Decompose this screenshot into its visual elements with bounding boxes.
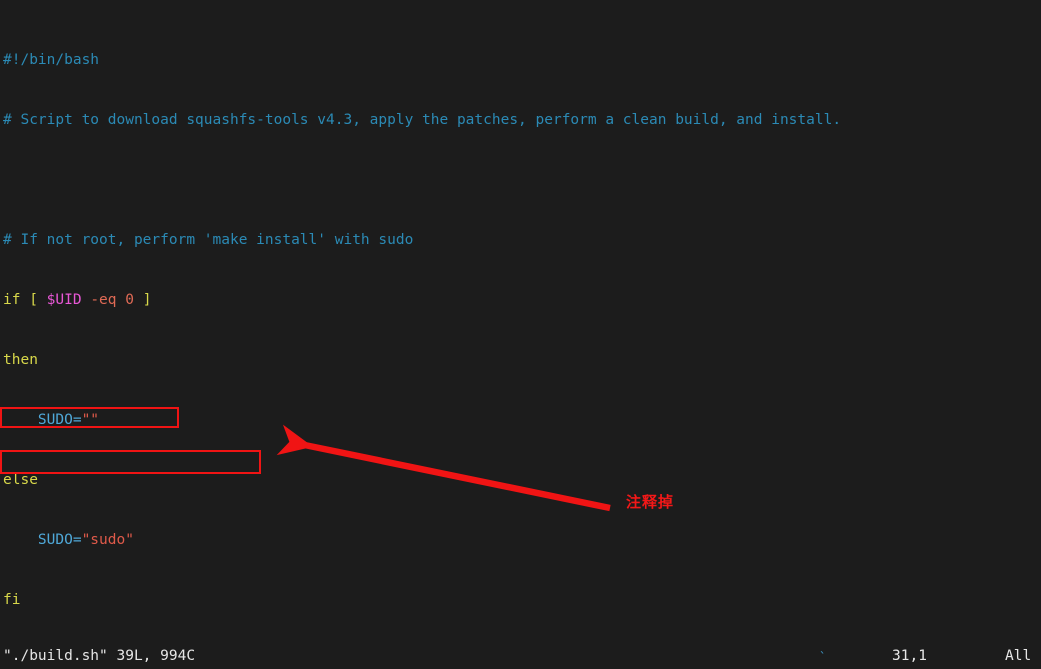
code-line-9: SUDO="sudo": [37, 532, 134, 548]
code-line-1: #!/bin/bash: [3, 52, 100, 68]
status-mark: `: [819, 650, 827, 664]
status-scroll-percent: All: [1005, 648, 1032, 664]
code-line-8: else: [3, 472, 38, 488]
terminal-vim-window[interactable]: #!/bin/bash # Script to download squashf…: [0, 0, 1041, 669]
code-buffer[interactable]: #!/bin/bash # Script to download squashf…: [0, 0, 1041, 669]
status-cursor-position: 31,1: [892, 648, 927, 664]
code-line-5: if [ $UID -eq 0 ]: [3, 292, 152, 308]
vim-status-line: "./build.sh" 39L, 994C ` 31,1 All: [3, 649, 1038, 665]
status-filename: "./build.sh" 39L, 994C: [3, 648, 196, 664]
code-line-6: then: [3, 352, 38, 368]
code-line-2: # Script to download squashfs-tools v4.3…: [3, 112, 842, 128]
code-line-10: fi: [3, 592, 21, 608]
code-line-4: # If not root, perform 'make install' wi…: [3, 232, 414, 248]
code-line-7: SUDO="": [37, 412, 100, 428]
